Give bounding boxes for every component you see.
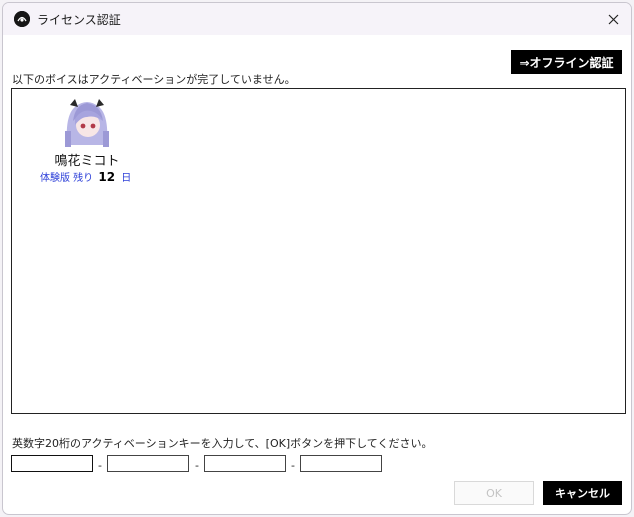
character-avatar <box>61 95 113 147</box>
days-remaining: 12 <box>98 170 116 184</box>
activation-key-field-4[interactable] <box>300 455 382 472</box>
activation-key-field-2[interactable] <box>107 455 189 472</box>
activation-key-field-1[interactable] <box>11 455 93 472</box>
voice-item[interactable]: 鳴花ミコト 体験版 残り 12 日 <box>34 95 144 185</box>
activation-instruction: 英数字20桁のアクティベーションキーを入力して、[OK]ボタンを押下してください… <box>12 437 433 450</box>
voice-list[interactable]: 鳴花ミコト 体験版 残り 12 日 <box>11 88 626 414</box>
window-title: ライセンス認証 <box>37 13 121 27</box>
offline-activation-button[interactable]: ⇒オフライン認証 <box>511 50 622 74</box>
key-separator: - <box>195 459 199 472</box>
close-icon <box>608 14 618 24</box>
trial-status: 体験版 残り 12 日 <box>40 169 160 184</box>
key-separator: - <box>291 459 295 472</box>
voice-name: 鳴花ミコト <box>54 154 120 169</box>
key-separator: - <box>98 459 102 472</box>
voice-list-header: 以下のボイスはアクティベーションが完了していません。 <box>12 73 296 86</box>
cancel-button[interactable]: キャンセル <box>543 481 622 505</box>
license-dialog: ライセンス認証 ⇒オフライン認証 以下のボイスはアクティベーションが完了していま… <box>2 2 632 515</box>
trial-label: 体験版 残り <box>40 173 94 184</box>
app-logo-icon <box>14 11 30 27</box>
activation-key-field-3[interactable] <box>204 455 286 472</box>
close-button[interactable] <box>595 3 631 35</box>
ok-button[interactable]: OK <box>454 481 534 505</box>
title-bar: ライセンス認証 <box>3 3 631 35</box>
days-unit: 日 <box>121 173 132 184</box>
